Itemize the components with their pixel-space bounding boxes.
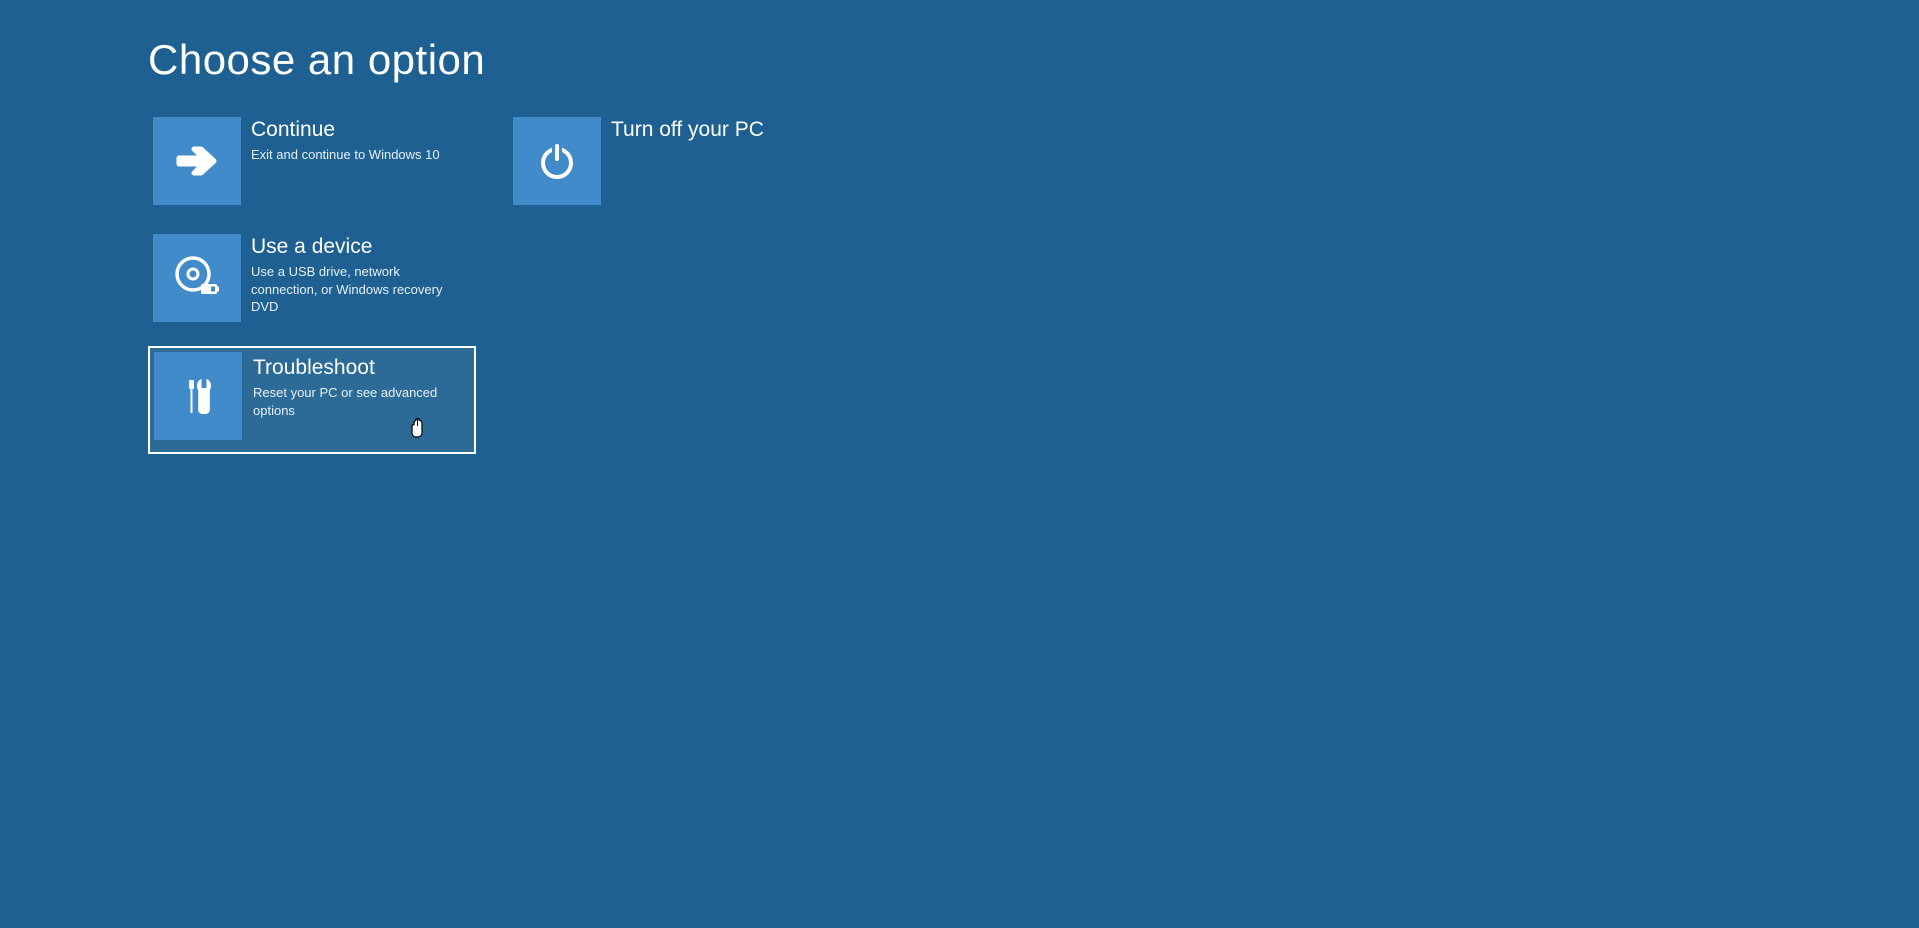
power-icon [513, 117, 601, 205]
turn-off-text: Turn off your PC [601, 117, 831, 146]
troubleshoot-text: Troubleshoot Reset your PC or see advanc… [243, 351, 471, 419]
troubleshoot-option[interactable]: Troubleshoot Reset your PC or see advanc… [148, 346, 476, 454]
turn-off-option[interactable]: Turn off your PC [508, 112, 836, 210]
continue-subtitle: Exit and continue to Windows 10 [251, 146, 461, 164]
options-column-left: Continue Exit and continue to Windows 10 [148, 112, 476, 454]
use-device-option[interactable]: Use a device Use a USB drive, network co… [148, 229, 476, 327]
continue-text: Continue Exit and continue to Windows 10 [241, 117, 471, 164]
turn-off-title: Turn off your PC [611, 117, 831, 142]
use-device-subtitle: Use a USB drive, network connection, or … [251, 263, 461, 316]
disc-usb-icon [153, 234, 241, 322]
use-device-text: Use a device Use a USB drive, network co… [241, 234, 471, 316]
options-column-right: Turn off your PC [508, 112, 836, 454]
options-grid: Continue Exit and continue to Windows 10 [148, 112, 1919, 454]
recovery-options-screen: Choose an option Continue Exit and conti… [0, 0, 1919, 454]
arrow-right-icon [153, 117, 241, 205]
tools-icon [154, 352, 242, 440]
use-device-title: Use a device [251, 234, 471, 259]
continue-option[interactable]: Continue Exit and continue to Windows 10 [148, 112, 476, 210]
troubleshoot-title: Troubleshoot [253, 355, 471, 380]
troubleshoot-subtitle: Reset your PC or see advanced options [253, 384, 463, 419]
page-title: Choose an option [148, 36, 1919, 84]
continue-title: Continue [251, 117, 471, 142]
